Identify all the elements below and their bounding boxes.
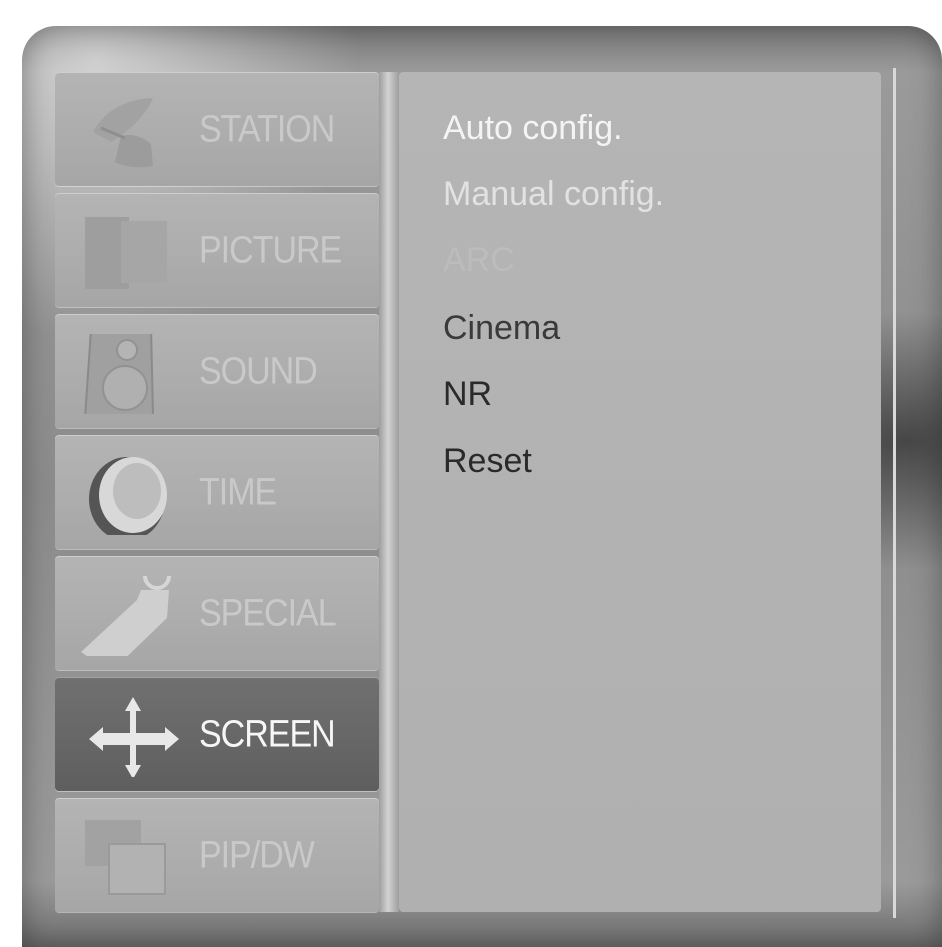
- option-cinema[interactable]: Cinema: [443, 308, 560, 348]
- frame-edge-line: [893, 68, 896, 918]
- menu-item-picture[interactable]: PICTURE: [55, 193, 379, 307]
- menu-label-special: SPECIAL: [199, 591, 337, 635]
- menu-label-sound: SOUND: [199, 349, 318, 393]
- option-reset[interactable]: Reset: [443, 441, 532, 481]
- pip-windows-icon: [85, 820, 166, 895]
- menu-label-picture: PICTURE: [199, 228, 342, 272]
- menu-label-pip-dw: PIP/DW: [199, 833, 315, 877]
- menu-item-station[interactable]: STATION: [55, 72, 379, 186]
- menu-item-time[interactable]: TIME: [55, 435, 379, 549]
- menu-label-time: TIME: [199, 470, 277, 514]
- speaker-icon: [84, 334, 154, 414]
- submenu-panel: Auto config. Manual config. ARC Cinema N…: [399, 72, 881, 912]
- panel-divider: [379, 72, 399, 912]
- option-manual-config[interactable]: Manual config.: [443, 174, 664, 214]
- option-auto-config[interactable]: Auto config.: [443, 108, 623, 148]
- satellite-dish-icon: [93, 98, 153, 168]
- option-nr[interactable]: NR: [443, 374, 492, 414]
- move-arrows-icon: [89, 697, 179, 777]
- clock-icon: [89, 457, 167, 535]
- screen-icon: [85, 217, 167, 289]
- menu-label-station: STATION: [199, 107, 335, 151]
- menu-item-pip-dw[interactable]: PIP/DW: [55, 798, 379, 912]
- menu-item-sound[interactable]: SOUND: [55, 314, 379, 428]
- option-arc: ARC: [443, 241, 515, 279]
- main-menu: STATION PICTURE SOUND TIME SPECIAL SCREE…: [55, 72, 405, 912]
- menu-item-special[interactable]: SPECIAL: [55, 556, 379, 670]
- tag-icon: [81, 576, 171, 656]
- menu-label-screen: SCREEN: [199, 712, 336, 756]
- menu-item-screen[interactable]: SCREEN: [55, 677, 405, 791]
